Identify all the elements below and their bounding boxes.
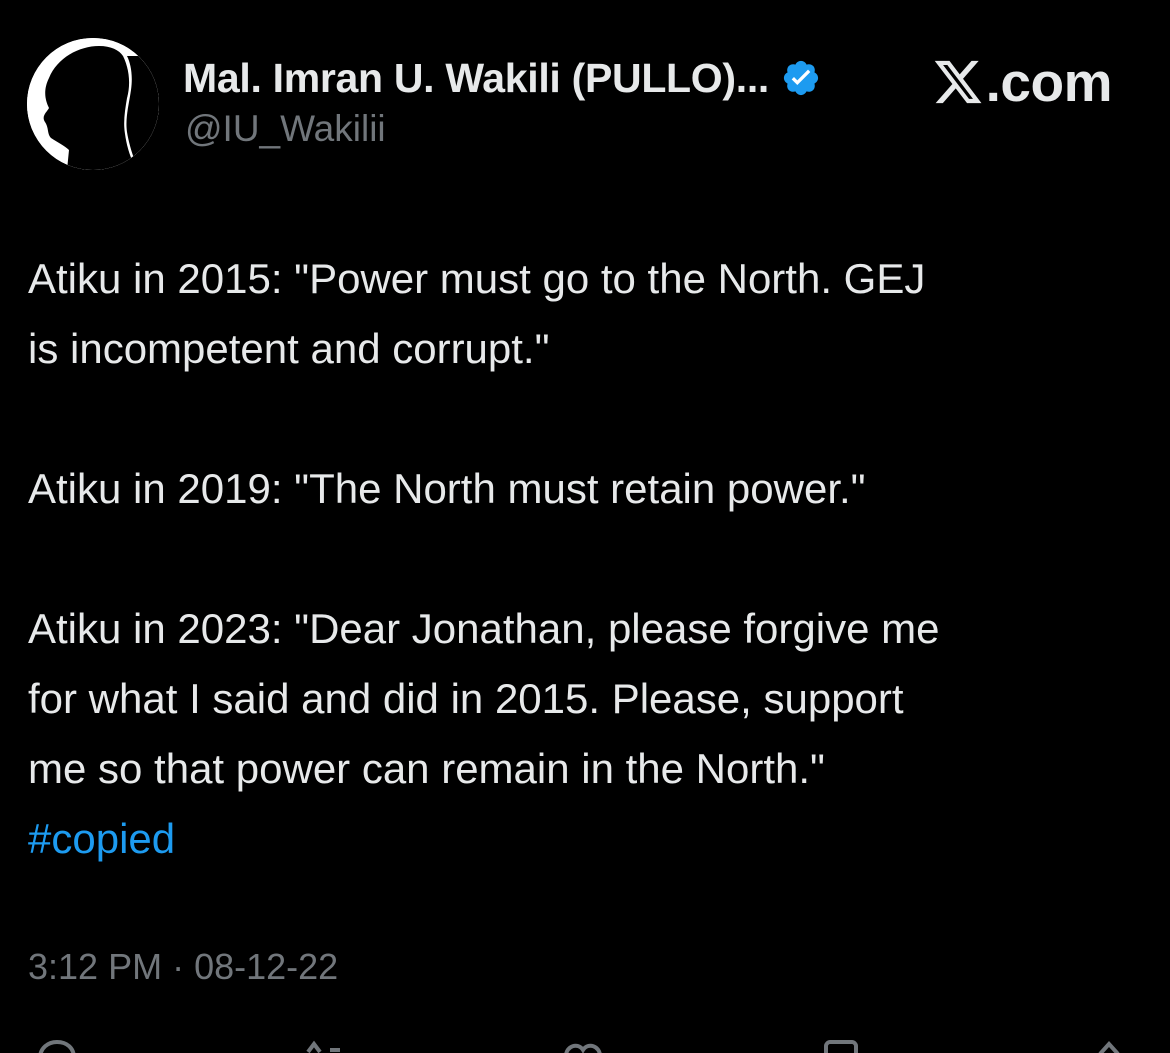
meta-separator: ·: [172, 946, 185, 987]
watermark-text: .com: [985, 51, 1113, 113]
x-logo-icon: [932, 56, 984, 108]
x-com-watermark: .com: [932, 50, 1113, 114]
post-time: 3:12 PM: [28, 946, 163, 987]
post-paragraph-1: Atiku in 2015: "Power must go to the Nor…: [28, 255, 926, 372]
bookmark-icon[interactable]: [818, 1040, 864, 1053]
verified-badge-icon: [781, 58, 821, 98]
post-paragraph-2: Atiku in 2019: "The North must retain po…: [28, 465, 866, 512]
author-name-row: Mal. Imran U. Wakili (PULLO)...: [183, 52, 821, 104]
action-bar: [0, 1040, 1170, 1053]
post-body: Atiku in 2015: "Power must go to the Nor…: [28, 244, 1148, 874]
post-date: 08-12-22: [194, 946, 339, 987]
author-avatar[interactable]: [27, 38, 159, 170]
heart-icon[interactable]: [560, 1040, 606, 1053]
author-display-name[interactable]: Mal. Imran U. Wakili (PULLO)...: [183, 55, 769, 102]
reply-icon[interactable]: [34, 1040, 80, 1053]
share-icon[interactable]: [1086, 1040, 1132, 1053]
post-header: Mal. Imran U. Wakili (PULLO)... @IU_Waki…: [0, 0, 1170, 190]
post-paragraph-3: Atiku in 2023: "Dear Jonathan, please fo…: [28, 605, 940, 792]
author-handle[interactable]: @IU_Wakilii: [185, 108, 386, 150]
hashtag-link[interactable]: #copied: [28, 804, 1148, 874]
repost-icon[interactable]: [300, 1040, 346, 1053]
silhouette-profile-icon: [27, 38, 159, 170]
post-timestamp[interactable]: 3:12 PM · 08-12-22: [28, 946, 338, 988]
